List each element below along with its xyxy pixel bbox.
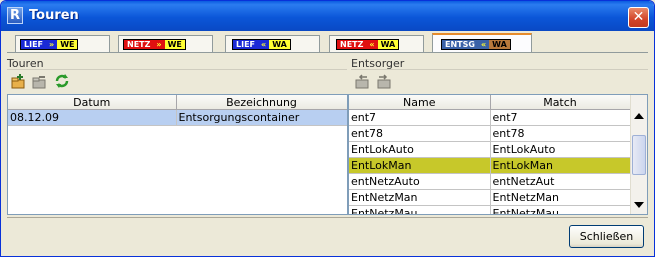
tab-arrow-label: » [46,40,58,49]
cell-name: EntNetzMau [349,205,491,214]
pane-divider [351,69,648,70]
cell-match: entNetzAut [490,173,631,190]
move-right-icon[interactable] [376,73,392,89]
cell-bezeichnung: Entsorgungscontainer [176,109,347,126]
tab-from-label: NETZ [124,40,154,49]
scroll-down-arrow-icon[interactable] [634,202,644,208]
table-row[interactable]: 08.12.09 Entsorgungscontainer [8,109,347,126]
cell-match: EntLokMan [490,157,631,174]
cell-name: ent7 [349,109,491,126]
pane-divider [7,69,347,70]
tab-from-label: ENTSG [442,40,478,49]
window-body: LIEF» WE NETZ» WE LIEF «WA NETZ «WA ENTS… [4,31,651,255]
table-row[interactable]: EntNetzMau EntNetzMau [349,205,631,214]
vertical-scrollbar[interactable] [630,95,647,214]
tab-from-label: NETZ [337,40,367,49]
touren-window: R Touren ✕ LIEF» WE NETZ» WE LIEF «WA NE… [0,0,655,257]
tab-from-label: LIEF [233,40,259,49]
tab-strip: LIEF» WE NETZ» WE LIEF «WA NETZ «WA ENTS… [7,33,648,53]
close-window-button[interactable]: ✕ [628,7,649,28]
cell-datum: 08.12.09 [8,109,177,126]
column-header-name[interactable]: Name [349,95,491,110]
tab-to-label: WA [377,40,399,49]
tab-entsg-wa[interactable]: ENTSG «WA [432,33,532,53]
tab-to-label: WA [269,40,290,49]
cell-name: ent78 [349,125,491,142]
cell-match: ent78 [490,125,631,142]
title-bar[interactable]: R Touren ✕ [1,1,654,31]
tab-to-label: WE [164,40,185,49]
cell-name: EntNetzMan [349,189,491,206]
cell-match: EntNetzMan [490,189,631,206]
move-left-icon[interactable] [354,73,370,89]
tab-badge: NETZ «WA [336,39,400,50]
tab-lief-we[interactable]: LIEF» WE [15,35,110,52]
tab-badge: LIEF» WE [20,39,79,50]
tab-badge: LIEF «WA [232,39,291,50]
tab-badge: NETZ» WE [123,39,186,50]
window-title: Touren [29,8,79,23]
tab-arrow-label: » [153,40,165,49]
tab-divider [7,52,648,53]
cell-name: entNetzAuto [349,173,491,190]
cell-match: EntNetzMau [490,205,631,214]
tab-from-label: LIEF [21,40,47,49]
remove-icon[interactable] [31,73,47,89]
table-row[interactable]: ent7 ent7 [349,109,631,126]
cell-name: EntLokMan [349,157,491,174]
tab-lief-wa[interactable]: LIEF «WA [225,35,320,52]
tab-netz-we[interactable]: NETZ» WE [118,35,213,52]
column-header-match[interactable]: Match [490,95,631,110]
entsorger-table: Name Match ent7 ent7 ent78 ent78 EntLokA… [348,94,648,215]
scroll-up-arrow-icon[interactable] [634,113,644,119]
table-row[interactable]: EntLokMan EntLokMan [349,157,631,174]
tab-netz-wa[interactable]: NETZ «WA [329,35,424,52]
table-row[interactable]: entNetzAuto entNetzAut [349,173,631,190]
cell-match: ent7 [490,109,631,126]
footer-divider [7,217,648,218]
touren-table: Datum Bezeichnung 08.12.09 Entsorgungsco… [7,94,348,215]
cell-match: EntLokAuto [490,141,631,158]
tab-to-label: WE [57,40,78,49]
tab-arrow-label: « [258,40,270,49]
tab-arrow-label: « [477,40,490,49]
table-row[interactable]: EntNetzMan EntNetzMan [349,189,631,206]
column-header-bezeichnung[interactable]: Bezeichnung [176,95,347,110]
tab-to-label: WA [489,40,510,49]
table-row[interactable]: ent78 ent78 [349,125,631,142]
tab-arrow-label: « [366,40,378,49]
add-icon[interactable] [10,73,26,89]
cell-name: EntLokAuto [349,141,491,158]
column-header-datum[interactable]: Datum [8,95,177,110]
refresh-icon[interactable] [54,73,70,89]
table-row[interactable]: EntLokAuto EntLokAuto [349,141,631,158]
scroll-thumb[interactable] [632,135,646,175]
close-button[interactable]: Schließen [569,225,644,248]
app-icon: R [7,7,23,24]
tab-badge: ENTSG «WA [441,39,511,50]
